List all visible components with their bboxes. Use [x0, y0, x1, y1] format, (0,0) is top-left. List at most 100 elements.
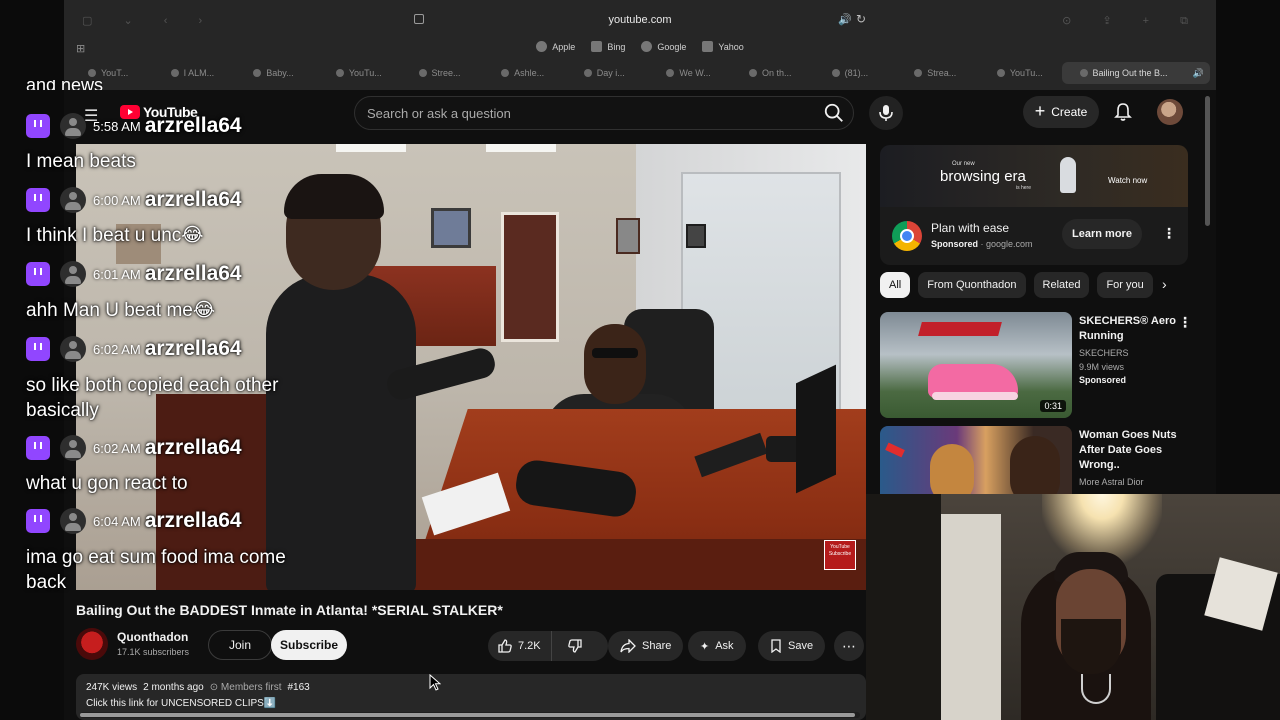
more-actions-icon[interactable]: ⋯ — [834, 631, 864, 661]
video-title: Bailing Out the BADDEST Inmate in Atlant… — [76, 602, 503, 618]
chat-message-text: ima go eat sum food ima come back — [26, 547, 286, 593]
ask-button[interactable]: ✦ Ask — [688, 631, 746, 661]
ad-banner-sub: is here — [1016, 185, 1032, 191]
plus-icon: + — [1034, 101, 1046, 121]
audio-playing-icon[interactable]: 🔊 — [838, 13, 852, 26]
woman-figure — [930, 444, 974, 496]
chip-for-you[interactable]: For you — [1097, 272, 1153, 298]
chat-message-text: ahh Man U beat me😂 — [26, 300, 216, 321]
browser-tab[interactable]: Stree... — [401, 62, 482, 84]
hashtag[interactable]: #163 — [287, 682, 309, 693]
favorite-apple[interactable]: Apple — [536, 41, 575, 52]
recommendation-title[interactable]: Woman Goes Nuts After Date Goes Wrong.. — [1079, 428, 1177, 473]
favorite-bing[interactable]: Bing — [591, 41, 625, 52]
horizontal-scrollbar[interactable] — [80, 712, 860, 718]
vertical-scrollbar[interactable] — [1204, 96, 1212, 226]
webcam-door — [941, 514, 1001, 720]
browser-tab[interactable]: Strea... — [896, 62, 977, 84]
chip-from-channel[interactable]: From Quonthadon — [918, 272, 1026, 298]
browser-tab-active[interactable]: Bailing Out the B... 🔊 — [1061, 62, 1211, 84]
chat-timestamp: 5:58 AM — [93, 118, 141, 134]
tab-favicon — [914, 69, 923, 77]
ad-banner[interactable]: Our new browsing era is here Watch now — [880, 145, 1188, 207]
browser-tab[interactable]: We W... — [648, 62, 729, 84]
subscribe-watermark-icon[interactable]: YouTube Subscribe — [824, 540, 856, 570]
search-input[interactable]: Search or ask a question — [354, 96, 854, 130]
join-button[interactable]: Join — [208, 630, 272, 660]
browser-toolbar: ▢ ⌄ ‹ › youtube.com 🔊 ↻ ⊙ ⇪ + ⧉ ⊞ Apple … — [64, 0, 1216, 90]
toolbar-actions[interactable]: ⊙ ⇪ + ⧉ — [1062, 14, 1202, 28]
tab-favicon — [501, 69, 510, 77]
google-icon — [641, 41, 653, 52]
thumbs-up-icon — [498, 639, 512, 653]
chip-all[interactable]: All — [880, 272, 911, 298]
recommendation-title[interactable]: SKECHERS® Aero Running — [1079, 314, 1177, 344]
chevron-right-icon[interactable]: › — [1162, 276, 1167, 292]
video-thumbnail[interactable]: 0:31 — [880, 312, 1072, 418]
chat-message-text: I mean beats — [26, 151, 136, 172]
dislike-button[interactable] — [558, 631, 592, 661]
reactor-face — [1010, 436, 1060, 496]
desk-front — [366, 539, 866, 590]
favorite-google[interactable]: Google — [641, 41, 686, 52]
tab-favicon — [170, 69, 179, 77]
ad-options-icon[interactable]: ⋮ — [1162, 225, 1176, 242]
apple-icon — [536, 41, 548, 52]
favorites-bar: Apple Bing Google Yahoo — [64, 41, 1216, 52]
chat-username: arzrella64 — [144, 337, 242, 360]
twitch-icon — [26, 436, 50, 460]
browser-tab[interactable]: (81)... — [814, 62, 895, 84]
wall-frame — [616, 218, 640, 254]
create-button[interactable]: + Create — [1023, 96, 1099, 128]
search-icon[interactable] — [823, 102, 845, 124]
video-thumbnail[interactable] — [880, 426, 1072, 496]
like-button[interactable]: 7.2K — [488, 631, 552, 661]
browser-tab[interactable]: YouTu... — [979, 62, 1060, 84]
notifications-bell-icon[interactable] — [1114, 102, 1132, 122]
browser-tab[interactable]: Day i... — [566, 62, 647, 84]
ceiling-light — [486, 144, 556, 152]
chat-message-header: 6:02 AM arzrella64 — [26, 336, 242, 362]
channel-avatar[interactable] — [76, 628, 108, 660]
recommendation-info: Woman Goes Nuts After Date Goes Wrong.. … — [1079, 428, 1177, 489]
address-bar[interactable]: youtube.com — [64, 14, 1216, 26]
scrollbar-thumb[interactable] — [1205, 96, 1210, 226]
ad-watch-now[interactable]: Watch now — [1108, 176, 1147, 185]
recommendation-item[interactable]: 0:31 SKECHERS® Aero Running SKECHERS 9.9… — [880, 312, 1192, 422]
learn-more-button[interactable]: Learn more — [1062, 219, 1142, 249]
twitch-icon — [26, 114, 50, 138]
browser-tab[interactable]: On th... — [731, 62, 812, 84]
chat-username: arzrella64 — [144, 188, 242, 211]
browser-tab[interactable]: Ashle... — [483, 62, 564, 84]
twitch-icon — [26, 188, 50, 212]
view-count: 247K views — [86, 682, 138, 693]
description-text: Click this link for UNCENSORED CLIPS⬇️ — [86, 698, 277, 709]
stream-chat-overlay: and news 5:58 AM arzrella64 I mean beats… — [0, 80, 330, 600]
channel-name[interactable]: Quonthadon — [117, 630, 188, 644]
reload-icon[interactable]: ↻ — [856, 12, 866, 26]
subscribe-button[interactable]: Subscribe — [271, 630, 347, 660]
monitor — [796, 364, 836, 494]
favorite-yahoo[interactable]: Yahoo — [702, 41, 744, 52]
recommendation-item[interactable]: Woman Goes Nuts After Date Goes Wrong.. … — [880, 426, 1190, 496]
user-avatar-icon — [60, 435, 86, 461]
recommendation-options-icon[interactable]: ⋮ — [1178, 314, 1192, 331]
search-placeholder: Search or ask a question — [367, 106, 511, 121]
save-button[interactable]: Save — [758, 631, 826, 661]
rocket-illustration — [1060, 157, 1076, 193]
account-avatar[interactable] — [1157, 99, 1183, 125]
share-icon — [620, 639, 636, 653]
streamer-chain — [1081, 674, 1111, 704]
ad-card[interactable]: Plan with ease Sponsored · google.com Le… — [880, 207, 1188, 265]
video-metadata: 247K views 2 months ago ⊙ Members first … — [86, 682, 310, 693]
chat-timestamp: 6:02 AM — [93, 440, 141, 456]
scrollbar-thumb[interactable] — [80, 713, 855, 717]
user-avatar-icon — [60, 113, 86, 139]
share-button[interactable]: Share — [608, 631, 684, 661]
tab-audio-icon[interactable]: 🔊 — [1193, 68, 1204, 79]
chip-related[interactable]: Related — [1033, 272, 1090, 298]
recommendation-info: SKECHERS® Aero Running SKECHERS 9.9M vie… — [1079, 314, 1177, 385]
voice-search-button[interactable] — [869, 96, 903, 130]
tab-favicon — [1079, 69, 1088, 77]
tab-favicon — [831, 69, 840, 77]
